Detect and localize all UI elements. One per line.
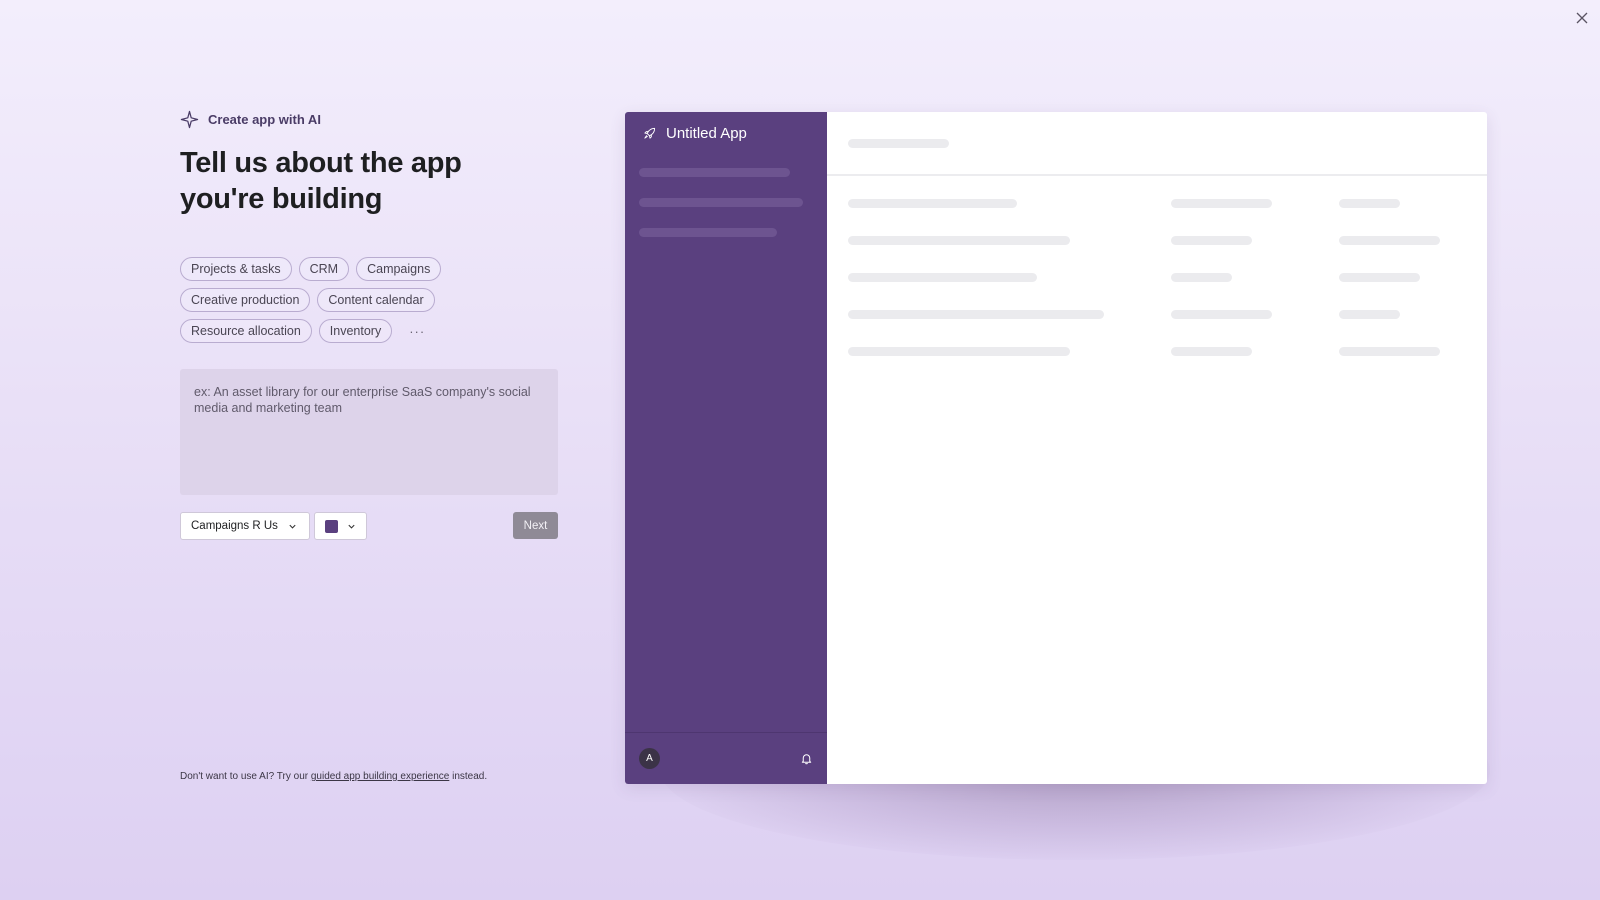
close-button[interactable] xyxy=(1572,8,1592,28)
form-controls: Campaigns R Us Next xyxy=(180,512,558,540)
sidebar-skeleton-line xyxy=(639,168,790,177)
rocket-icon xyxy=(644,127,656,139)
preview-sidebar: Untitled App A xyxy=(625,112,827,784)
table-skeleton-cell xyxy=(848,273,1037,282)
preview-sidebar-footer: A xyxy=(625,732,827,784)
table-skeleton-cell xyxy=(1339,273,1420,282)
preview-app-name: Untitled App xyxy=(666,125,747,142)
ai-header: Create app with AI xyxy=(180,110,560,129)
table-skeleton-cell xyxy=(1339,347,1440,356)
ai-form: Create app with AI Tell us about the app… xyxy=(180,110,560,540)
chip-crm[interactable]: CRM xyxy=(298,257,350,281)
footer-prefix: Don't want to use AI? Try our xyxy=(180,771,311,782)
table-skeleton-cell xyxy=(1171,199,1272,208)
color-swatch xyxy=(325,519,338,533)
chip-inventory[interactable]: Inventory xyxy=(318,319,393,343)
chip-projects-tasks[interactable]: Projects & tasks xyxy=(180,257,292,281)
color-select[interactable] xyxy=(314,512,367,540)
table-skeleton-cell xyxy=(848,236,1070,245)
app-description-input[interactable] xyxy=(180,369,558,495)
bell-icon xyxy=(801,754,812,765)
chevron-down-icon xyxy=(289,524,296,529)
sparkle-icon xyxy=(180,110,199,129)
table-skeleton-cell xyxy=(1171,236,1252,245)
chevron-down-icon xyxy=(348,524,355,529)
more-chips-button[interactable]: ··· xyxy=(399,324,435,339)
header-skeleton-line xyxy=(848,139,949,148)
workspace-select-value: Campaigns R Us xyxy=(191,520,278,532)
app-preview: Untitled App A xyxy=(625,112,1487,784)
footer-note: Don't want to use AI? Try our guided app… xyxy=(180,771,487,782)
preview-topbar xyxy=(827,112,1487,176)
avatar: A xyxy=(639,748,660,769)
close-icon xyxy=(1576,12,1588,24)
table-skeleton-cell xyxy=(848,347,1070,356)
table-skeleton-cell xyxy=(1339,236,1440,245)
ai-header-label: Create app with AI xyxy=(208,112,321,127)
chip-campaigns[interactable]: Campaigns xyxy=(356,257,442,281)
workspace-select[interactable]: Campaigns R Us xyxy=(180,512,310,540)
template-chips: Projects & tasks CRM Campaigns Creative … xyxy=(180,257,480,343)
chip-resource-allocation[interactable]: Resource allocation xyxy=(180,319,312,343)
footer-suffix: instead. xyxy=(449,771,488,782)
table-skeleton-cell xyxy=(1171,273,1232,282)
preview-app-header: Untitled App xyxy=(625,112,827,155)
chip-content-calendar[interactable]: Content calendar xyxy=(317,288,435,312)
table-skeleton-cell xyxy=(1339,199,1400,208)
next-button[interactable]: Next xyxy=(513,512,558,539)
sidebar-skeleton-line xyxy=(639,198,803,207)
preview-main xyxy=(827,112,1487,784)
table-skeleton-cell xyxy=(1171,310,1272,319)
guided-experience-link[interactable]: guided app building experience xyxy=(311,771,449,782)
table-skeleton-cell xyxy=(848,199,1017,208)
table-skeleton-cell xyxy=(1171,347,1252,356)
table-skeleton-cell xyxy=(848,310,1104,319)
sidebar-skeleton-line xyxy=(639,228,777,237)
chip-creative-production[interactable]: Creative production xyxy=(180,288,311,312)
table-skeleton-cell xyxy=(1339,310,1400,319)
page-title: Tell us about the app you're building xyxy=(180,147,462,215)
